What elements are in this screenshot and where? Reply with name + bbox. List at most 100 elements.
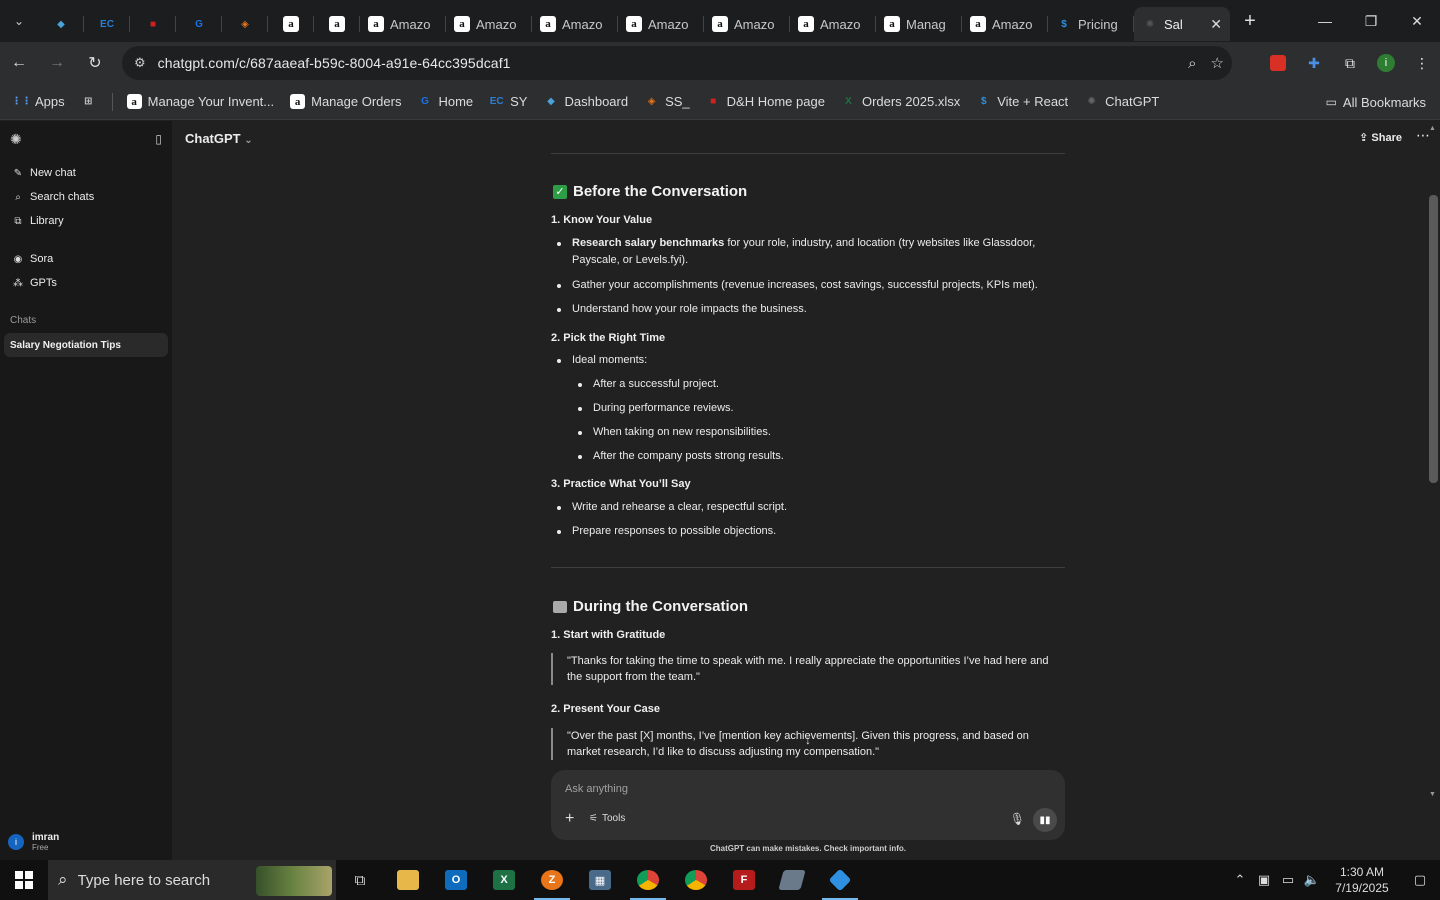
reload-button[interactable]: ↻ [76, 44, 114, 82]
close-tab-icon[interactable]: ✕ [1210, 16, 1222, 33]
tab-title: Amazo [390, 16, 431, 32]
bookmark-item[interactable]: ⊞ [81, 94, 96, 109]
zoom-app-icon[interactable]: Z [528, 860, 576, 900]
bookmark-item[interactable]: ◆ Dashboard [543, 94, 628, 109]
user-profile[interactable]: i imran Free [8, 832, 59, 852]
profile-avatar[interactable]: i [1368, 54, 1404, 72]
site-info-icon[interactable]: ⚙ [134, 55, 146, 71]
forward-button[interactable]: → [38, 44, 76, 82]
openai-logo-icon[interactable]: ✺ [10, 131, 22, 148]
notification-icon[interactable]: ▢ [1400, 872, 1440, 888]
scroll-up-icon[interactable]: ▲ [1429, 125, 1436, 132]
bookmark-item[interactable]: G Home [417, 94, 473, 109]
browser-tab[interactable]: a Amazo [962, 7, 1048, 41]
chrome-profile-icon[interactable] [672, 860, 720, 900]
sidebar-item-sora[interactable]: ◉ Sora [0, 247, 172, 271]
calculator-icon[interactable]: ▦ [576, 860, 624, 900]
amazon-favicon-icon: a [290, 94, 306, 109]
close-window-button[interactable]: ✕ [1394, 0, 1440, 42]
browser-tab[interactable]: a Amazo [704, 7, 790, 41]
system-tray: ⌃ ▣ ▭ 🔈 1:30 AM 7/19/2025 ▢ [1228, 860, 1440, 900]
sidebar-item-new-chat[interactable]: ✎ New chat [0, 161, 172, 185]
sidebar-chat-salary-negotiation[interactable]: Salary Negotiation Tips [4, 333, 168, 357]
outlook-icon[interactable]: O [432, 860, 480, 900]
bookmark-star-icon[interactable]: ☆ [1211, 54, 1224, 72]
bookmark-item[interactable]: ✺ ChatGPT [1084, 94, 1159, 109]
voice-mode-button[interactable]: ▮▮ [1033, 808, 1057, 832]
security-icon[interactable]: ▣ [1252, 872, 1276, 888]
browser-tab[interactable]: a Amazo [790, 7, 876, 41]
browser-tab[interactable]: ✺ Sal ✕ [1134, 7, 1230, 41]
task-view-icon[interactable]: ⧉ [336, 860, 384, 900]
bookmark-item[interactable]: $ Vite + React [976, 94, 1068, 109]
file-explorer-icon[interactable] [384, 860, 432, 900]
scrollbar-thumb[interactable] [1429, 195, 1438, 483]
sidebar-item-library[interactable]: ⧉ Library [0, 209, 172, 233]
browser-menu-icon[interactable]: ⋮ [1404, 55, 1440, 72]
microphone-icon[interactable]: 🎙 [1010, 812, 1025, 826]
bookmark-item[interactable]: ◈ SS_ [644, 94, 690, 109]
scroll-down-icon[interactable]: ▼ [1429, 791, 1436, 798]
sidebar-item-gpts[interactable]: ⁂ GPTs [0, 271, 172, 295]
bookmark-item[interactable]: ⋮⋮ Apps [12, 94, 65, 109]
vscode-like-icon[interactable] [816, 860, 864, 900]
url-text[interactable]: chatgpt.com/c/687aaeaf-b59c-8004-a91e-64… [158, 55, 511, 71]
chrome-icon[interactable] [624, 860, 672, 900]
new-tab-button[interactable]: + [1230, 0, 1270, 42]
all-bookmarks-button[interactable]: ▭ All Bookmarks [1326, 84, 1426, 120]
browser-tab[interactable]: a Amazo [618, 7, 704, 41]
browser-tab[interactable]: a Amazo [532, 7, 618, 41]
site-favicon-icon: $ [1061, 18, 1067, 30]
bookmark-item[interactable]: ■ D&H Home page [706, 94, 825, 109]
minimize-button[interactable]: — [1302, 0, 1348, 42]
extension-red-icon[interactable] [1260, 55, 1296, 71]
volume-icon[interactable]: 🔈 [1300, 872, 1324, 888]
network-icon[interactable]: ▭ [1276, 872, 1300, 888]
model-selector[interactable]: ChatGPT ⌄ [185, 131, 253, 146]
tab-title: Amazo [734, 16, 775, 32]
extension-blue-icon[interactable]: ✚ [1296, 55, 1332, 72]
browser-tab[interactable]: G [176, 7, 222, 41]
bookmark-item[interactable]: a Manage Orders [290, 94, 401, 109]
zoom-icon[interactable]: ⌕ [1188, 55, 1196, 72]
share-button[interactable]: ⇪ Share [1359, 131, 1402, 144]
browser-tab[interactable]: a Manag [876, 7, 962, 41]
back-button[interactable]: ← [0, 44, 38, 82]
taskbar-search-input[interactable] [77, 871, 248, 889]
app-icon[interactable] [768, 860, 816, 900]
close-sidebar-icon[interactable]: ▯ [155, 132, 162, 146]
address-bar[interactable]: ⚙ chatgpt.com/c/687aaeaf-b59c-8004-a91e-… [122, 46, 1232, 80]
tab-search-chevron-icon[interactable]: ⌄ [0, 0, 38, 42]
bookmark-label: Dashboard [564, 94, 629, 109]
add-attachment-icon[interactable]: + [565, 810, 574, 828]
browser-tab[interactable]: a [314, 7, 360, 41]
list-item: During performance reviews. [578, 400, 734, 417]
browser-tab[interactable]: ◈ [222, 7, 268, 41]
tab-title: Pricing [1078, 16, 1118, 32]
browser-tab[interactable]: ◆ [38, 7, 84, 41]
chevron-up-icon[interactable]: ⌃ [1228, 872, 1252, 888]
excel-icon[interactable]: X [480, 860, 528, 900]
filezilla-icon[interactable]: F [720, 860, 768, 900]
sidebar-item-search-chats[interactable]: ⌕ Search chats [0, 185, 172, 209]
bookmark-item[interactable]: X Orders 2025.xlsx [841, 94, 960, 109]
bookmark-item[interactable]: a Manage Your Invent... [126, 94, 274, 109]
bookmark-item[interactable]: EC SY [489, 94, 528, 109]
blockquote: "Thanks for taking the time to speak wit… [551, 653, 1065, 685]
browser-tab[interactable]: $ Pricing [1048, 7, 1134, 41]
start-button[interactable] [0, 860, 48, 900]
scroll-down-arrow-icon[interactable]: ↓ [800, 733, 816, 749]
page-scrollbar[interactable]: ▲ ▼ [1426, 121, 1440, 860]
tools-button[interactable]: ⚟ Tools [589, 813, 625, 824]
prompt-input[interactable] [565, 779, 1005, 799]
browser-tab[interactable]: a [268, 7, 314, 41]
clock[interactable]: 1:30 AM 7/19/2025 [1324, 864, 1400, 896]
extensions-puzzle-icon[interactable]: ⧉ [1332, 55, 1368, 72]
taskbar-search[interactable]: ⌕ [48, 860, 336, 900]
browser-tab[interactable]: a Amazo [446, 7, 532, 41]
restore-button[interactable]: ❐ [1348, 0, 1394, 42]
bookmark-label: Vite + React [997, 94, 1069, 109]
browser-tab[interactable]: ■ [130, 7, 176, 41]
browser-tab[interactable]: a Amazo [360, 7, 446, 41]
browser-tab[interactable]: EC [84, 7, 130, 41]
